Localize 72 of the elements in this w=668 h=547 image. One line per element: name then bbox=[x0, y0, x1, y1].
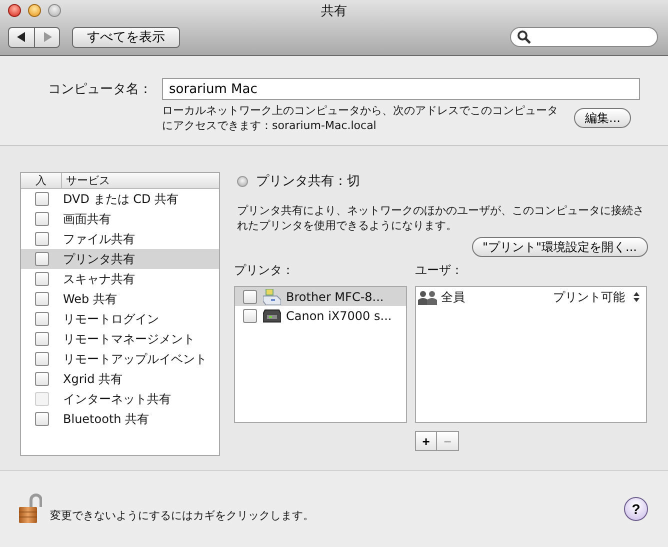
computer-name-field[interactable]: sorarium Mac bbox=[162, 78, 640, 100]
service-name: DVD または CD 共有 bbox=[63, 190, 179, 208]
printer-name: Canon iX7000 s... bbox=[286, 308, 392, 322]
help-button[interactable]: ? bbox=[624, 497, 648, 521]
service-name: リモートアップルイベント bbox=[63, 350, 207, 368]
permission-popup[interactable]: プリント可能 bbox=[553, 288, 640, 306]
column-header: 入 bbox=[21, 173, 62, 188]
checkbox[interactable] bbox=[243, 290, 257, 304]
show-all-button[interactable]: すべてを表示 bbox=[72, 26, 180, 48]
checkbox[interactable] bbox=[35, 192, 49, 206]
window-title: 共有 bbox=[321, 3, 347, 20]
service-row[interactable]: DVD または CD 共有 bbox=[21, 189, 219, 209]
checkbox[interactable] bbox=[35, 292, 49, 306]
printer-icon bbox=[263, 308, 281, 324]
printers-label: プリンタ： bbox=[234, 262, 295, 279]
add-button[interactable]: + bbox=[415, 431, 437, 451]
service-row[interactable]: Xgrid 共有 bbox=[21, 369, 219, 389]
edit-button[interactable]: 編集... bbox=[574, 108, 632, 128]
group-icon bbox=[418, 290, 438, 304]
service-row[interactable]: Bluetooth 共有 bbox=[21, 409, 219, 429]
forward-arrow-icon bbox=[42, 32, 52, 42]
service-row[interactable]: リモートマネージメント bbox=[21, 329, 219, 349]
checkbox[interactable] bbox=[35, 232, 49, 246]
unlocked-padlock-icon[interactable] bbox=[18, 493, 42, 525]
service-row[interactable]: Web 共有 bbox=[21, 289, 219, 309]
service-row[interactable]: リモートアップルイベント bbox=[21, 349, 219, 369]
stepper-arrows-icon bbox=[633, 291, 640, 303]
search-icon bbox=[517, 30, 531, 44]
users-label: ユーザ： bbox=[415, 262, 464, 279]
printer-sharing-description: プリンタ共有により、ネットワークのほかのユーザが、このコンピュータに接続されたプリンタを使用できるようになります。 bbox=[237, 203, 645, 233]
column-header: サービス bbox=[65, 173, 110, 188]
service-name: インターネット共有 bbox=[63, 390, 171, 408]
service-row[interactable]: リモートログイン bbox=[21, 309, 219, 329]
checkbox[interactable] bbox=[35, 372, 49, 386]
checkbox[interactable] bbox=[35, 272, 49, 286]
zoom-button[interactable] bbox=[48, 4, 61, 17]
printer-row[interactable]: Canon iX7000 s... bbox=[235, 306, 406, 325]
service-name: リモートマネージメント bbox=[63, 330, 195, 348]
lock-message: 変更できないようにするにはカギをクリックします。 bbox=[50, 508, 314, 522]
checkbox[interactable] bbox=[35, 312, 49, 326]
printer-row[interactable]: Brother MFC-8... bbox=[235, 287, 406, 306]
checkbox[interactable] bbox=[35, 212, 49, 226]
service-name: ファイル共有 bbox=[63, 230, 135, 248]
computer-name-label: コンピュータ名： bbox=[47, 81, 153, 98]
forward-button[interactable] bbox=[34, 26, 60, 48]
printer-name: Brother MFC-8... bbox=[286, 290, 384, 304]
search-field[interactable] bbox=[510, 27, 658, 47]
service-name: Web 共有 bbox=[63, 290, 117, 308]
service-name: スキャナ共有 bbox=[63, 270, 135, 288]
service-name: 画面共有 bbox=[63, 210, 111, 228]
service-row[interactable]: スキャナ共有 bbox=[21, 269, 219, 289]
open-print-preferences-button[interactable]: "プリント"環境設定を開く... bbox=[472, 237, 648, 257]
service-name: プリンタ共有 bbox=[63, 250, 135, 268]
service-row[interactable]: プリンタ共有 bbox=[21, 249, 219, 269]
checkbox[interactable] bbox=[35, 332, 49, 346]
service-row[interactable]: ファイル共有 bbox=[21, 229, 219, 249]
service-name: リモートログイン bbox=[63, 310, 159, 328]
address-description: ローカルネットワーク上のコンピュータから、次のアドレスでこのコンピュータにアクセスできます：sorarium-Mac.local bbox=[162, 103, 559, 133]
checkbox[interactable] bbox=[35, 352, 49, 366]
service-name: Bluetooth 共有 bbox=[63, 410, 150, 428]
status-text: プリンタ共有：切 bbox=[256, 173, 360, 190]
back-button[interactable] bbox=[8, 26, 34, 48]
checkbox[interactable] bbox=[35, 252, 49, 266]
checkbox[interactable] bbox=[35, 412, 49, 426]
back-arrow-icon bbox=[17, 32, 26, 42]
minimize-button[interactable] bbox=[28, 4, 41, 17]
service-name: Xgrid 共有 bbox=[63, 370, 123, 388]
printer-icon bbox=[263, 288, 281, 304]
user-name: 全員 bbox=[441, 288, 465, 306]
close-button[interactable] bbox=[8, 4, 21, 17]
service-row[interactable]: 画面共有 bbox=[21, 209, 219, 229]
checkbox[interactable] bbox=[243, 308, 257, 322]
